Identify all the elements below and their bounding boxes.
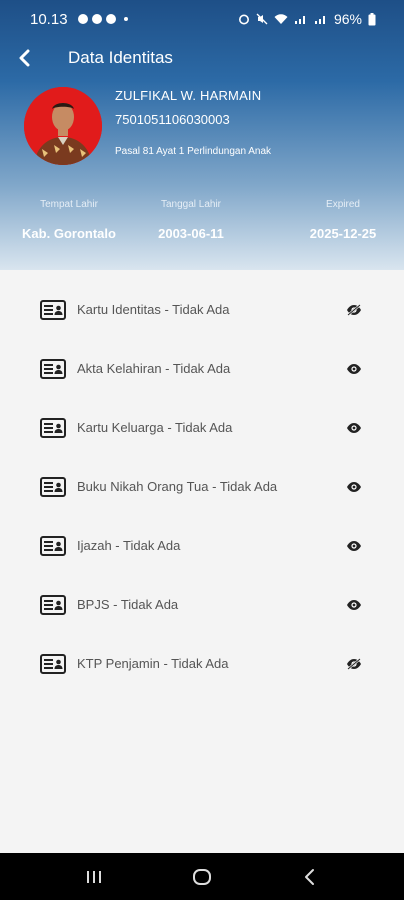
document-label: BPJS - Tidak Ada — [77, 597, 179, 612]
document-label: Akta Kelahiran - Tidak Ada — [77, 361, 231, 376]
app-notification-icon — [105, 14, 116, 24]
expired-value: 2025-12-25 — [309, 226, 377, 241]
home-button[interactable] — [182, 857, 222, 897]
app-notification-icon — [91, 14, 102, 24]
status-bar: 10.13 96% — [0, 0, 404, 38]
document-item[interactable]: Kartu Keluarga - Tidak Ada — [0, 398, 404, 457]
app-notification-icon — [77, 14, 88, 24]
expired-label: Expired — [326, 199, 360, 210]
profile-nik: 7501051106030003 — [115, 112, 230, 127]
mute-icon — [256, 13, 268, 25]
profile-note: Pasal 81 Ayat 1 Perlindungan Anak — [115, 146, 272, 157]
more-notifications-icon — [123, 17, 128, 21]
battery-percent: 96% — [333, 11, 362, 27]
home-icon — [193, 868, 211, 885]
notification-icons — [77, 14, 128, 24]
id-card-icon — [40, 299, 66, 320]
identity-info-row: Tempat Lahir Kab. Gorontalo Tanggal Lahi… — [0, 199, 404, 241]
back-button[interactable] — [2, 40, 46, 76]
document-item[interactable]: BPJS - Tidak Ada — [0, 575, 404, 634]
id-card-icon — [40, 653, 66, 674]
eye-icon — [347, 481, 361, 492]
eye-icon — [347, 363, 361, 374]
id-card-icon — [40, 476, 66, 497]
birthdate-value: 2003-06-11 — [158, 226, 224, 241]
chevron-left-icon — [19, 49, 30, 67]
alarm-icon — [238, 14, 249, 25]
document-label: Ijazah - Tidak Ada — [77, 538, 181, 553]
birthplace-label: Tempat Lahir — [40, 199, 98, 210]
view-document-button[interactable] — [344, 420, 364, 436]
profile-photo — [24, 87, 102, 165]
eye-off-icon — [347, 657, 361, 670]
document-list: Kartu Identitas - Tidak Ada Akta Kelahira… — [0, 280, 404, 693]
wifi-icon — [274, 14, 288, 24]
expired-block: Expired 2025-12-25 — [252, 199, 404, 241]
eye-off-icon — [347, 303, 361, 316]
avatar — [24, 87, 102, 165]
signal-icon — [314, 16, 325, 24]
view-document-button[interactable] — [344, 597, 364, 613]
birthdate-block: Tanggal Lahir 2003-06-11 — [130, 199, 252, 241]
recent-apps-icon — [87, 870, 101, 883]
system-navigation-bar — [0, 853, 404, 900]
id-card-icon — [40, 417, 66, 438]
document-label: Kartu Keluarga - Tidak Ada — [77, 420, 233, 435]
signal-icon — [294, 16, 305, 24]
view-document-button[interactable] — [344, 302, 364, 318]
document-item[interactable]: Akta Kelahiran - Tidak Ada — [0, 339, 404, 398]
view-document-button[interactable] — [344, 361, 364, 377]
birthplace-value: Kab. Gorontalo — [22, 226, 116, 241]
system-icons: 96% — [238, 11, 376, 27]
document-item[interactable]: Ijazah - Tidak Ada — [0, 516, 404, 575]
page-title: Data Identitas — [68, 48, 173, 67]
document-item[interactable]: Buku Nikah Orang Tua - Tidak Ada — [0, 457, 404, 516]
back-nav-button[interactable] — [290, 857, 330, 897]
view-document-button[interactable] — [344, 538, 364, 554]
eye-icon — [347, 599, 361, 610]
document-label: Kartu Identitas - Tidak Ada — [77, 302, 230, 317]
back-icon — [305, 868, 314, 885]
recent-apps-button[interactable] — [74, 857, 114, 897]
id-card-icon — [40, 594, 66, 615]
status-time: 10.13 — [30, 10, 68, 28]
birthplace-block: Tempat Lahir Kab. Gorontalo — [0, 199, 130, 241]
eye-icon — [347, 540, 361, 551]
birthdate-label: Tanggal Lahir — [160, 199, 222, 210]
document-label: KTP Penjamin - Tidak Ada — [77, 656, 229, 671]
view-document-button[interactable] — [344, 656, 364, 672]
top-navigation: Data Identitas — [0, 40, 404, 76]
document-label: Buku Nikah Orang Tua - Tidak Ada — [77, 479, 278, 494]
battery-icon — [368, 12, 376, 25]
id-card-icon — [40, 358, 66, 379]
id-card-icon — [40, 535, 66, 556]
document-item[interactable]: Kartu Identitas - Tidak Ada — [0, 280, 404, 339]
eye-icon — [347, 422, 361, 433]
profile-name: ZULFIKAL W. HARMAIN — [115, 88, 262, 103]
view-document-button[interactable] — [344, 479, 364, 495]
document-item[interactable]: KTP Penjamin - Tidak Ada — [0, 634, 404, 693]
